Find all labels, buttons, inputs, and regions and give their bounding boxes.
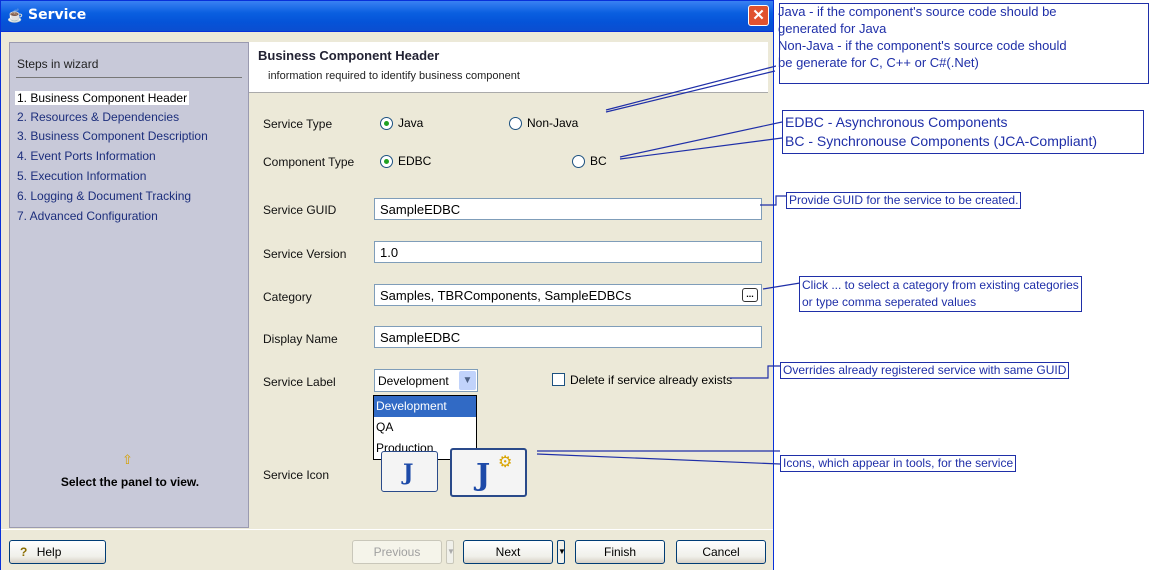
- callout-icons: Icons, which appear in tools, for the se…: [780, 455, 1017, 472]
- callout-edbc-line2: BC - Synchronouse Components (JCA-Compli…: [785, 133, 1098, 149]
- callout-category-line1: Click ... to select a category from exis…: [802, 278, 1079, 292]
- callout-line-icons-2: [536, 453, 781, 465]
- callout-line-overrides: [730, 365, 780, 379]
- callout-line-bc: [619, 137, 783, 160]
- callout-line-edbc: [619, 121, 783, 158]
- callout-java-box: [779, 3, 1149, 84]
- callout-line-java: [605, 64, 781, 111]
- callout-line-java-2: [605, 70, 776, 113]
- callout-edbc: EDBC - Asynchronous Components BC - Sync…: [782, 110, 1144, 154]
- callout-line-category: [762, 282, 801, 290]
- callout-guid: Provide GUID for the service to be creat…: [786, 192, 1022, 209]
- callout-edbc-line1: EDBC - Asynchronous Components: [785, 114, 1008, 130]
- callout-line-guid: [760, 195, 786, 206]
- callout-overrides: Overrides already registered service wit…: [780, 362, 1070, 379]
- callout-category: Click ... to select a category from exis…: [799, 276, 1082, 312]
- callout-category-line2: or type comma seperated values: [802, 295, 977, 309]
